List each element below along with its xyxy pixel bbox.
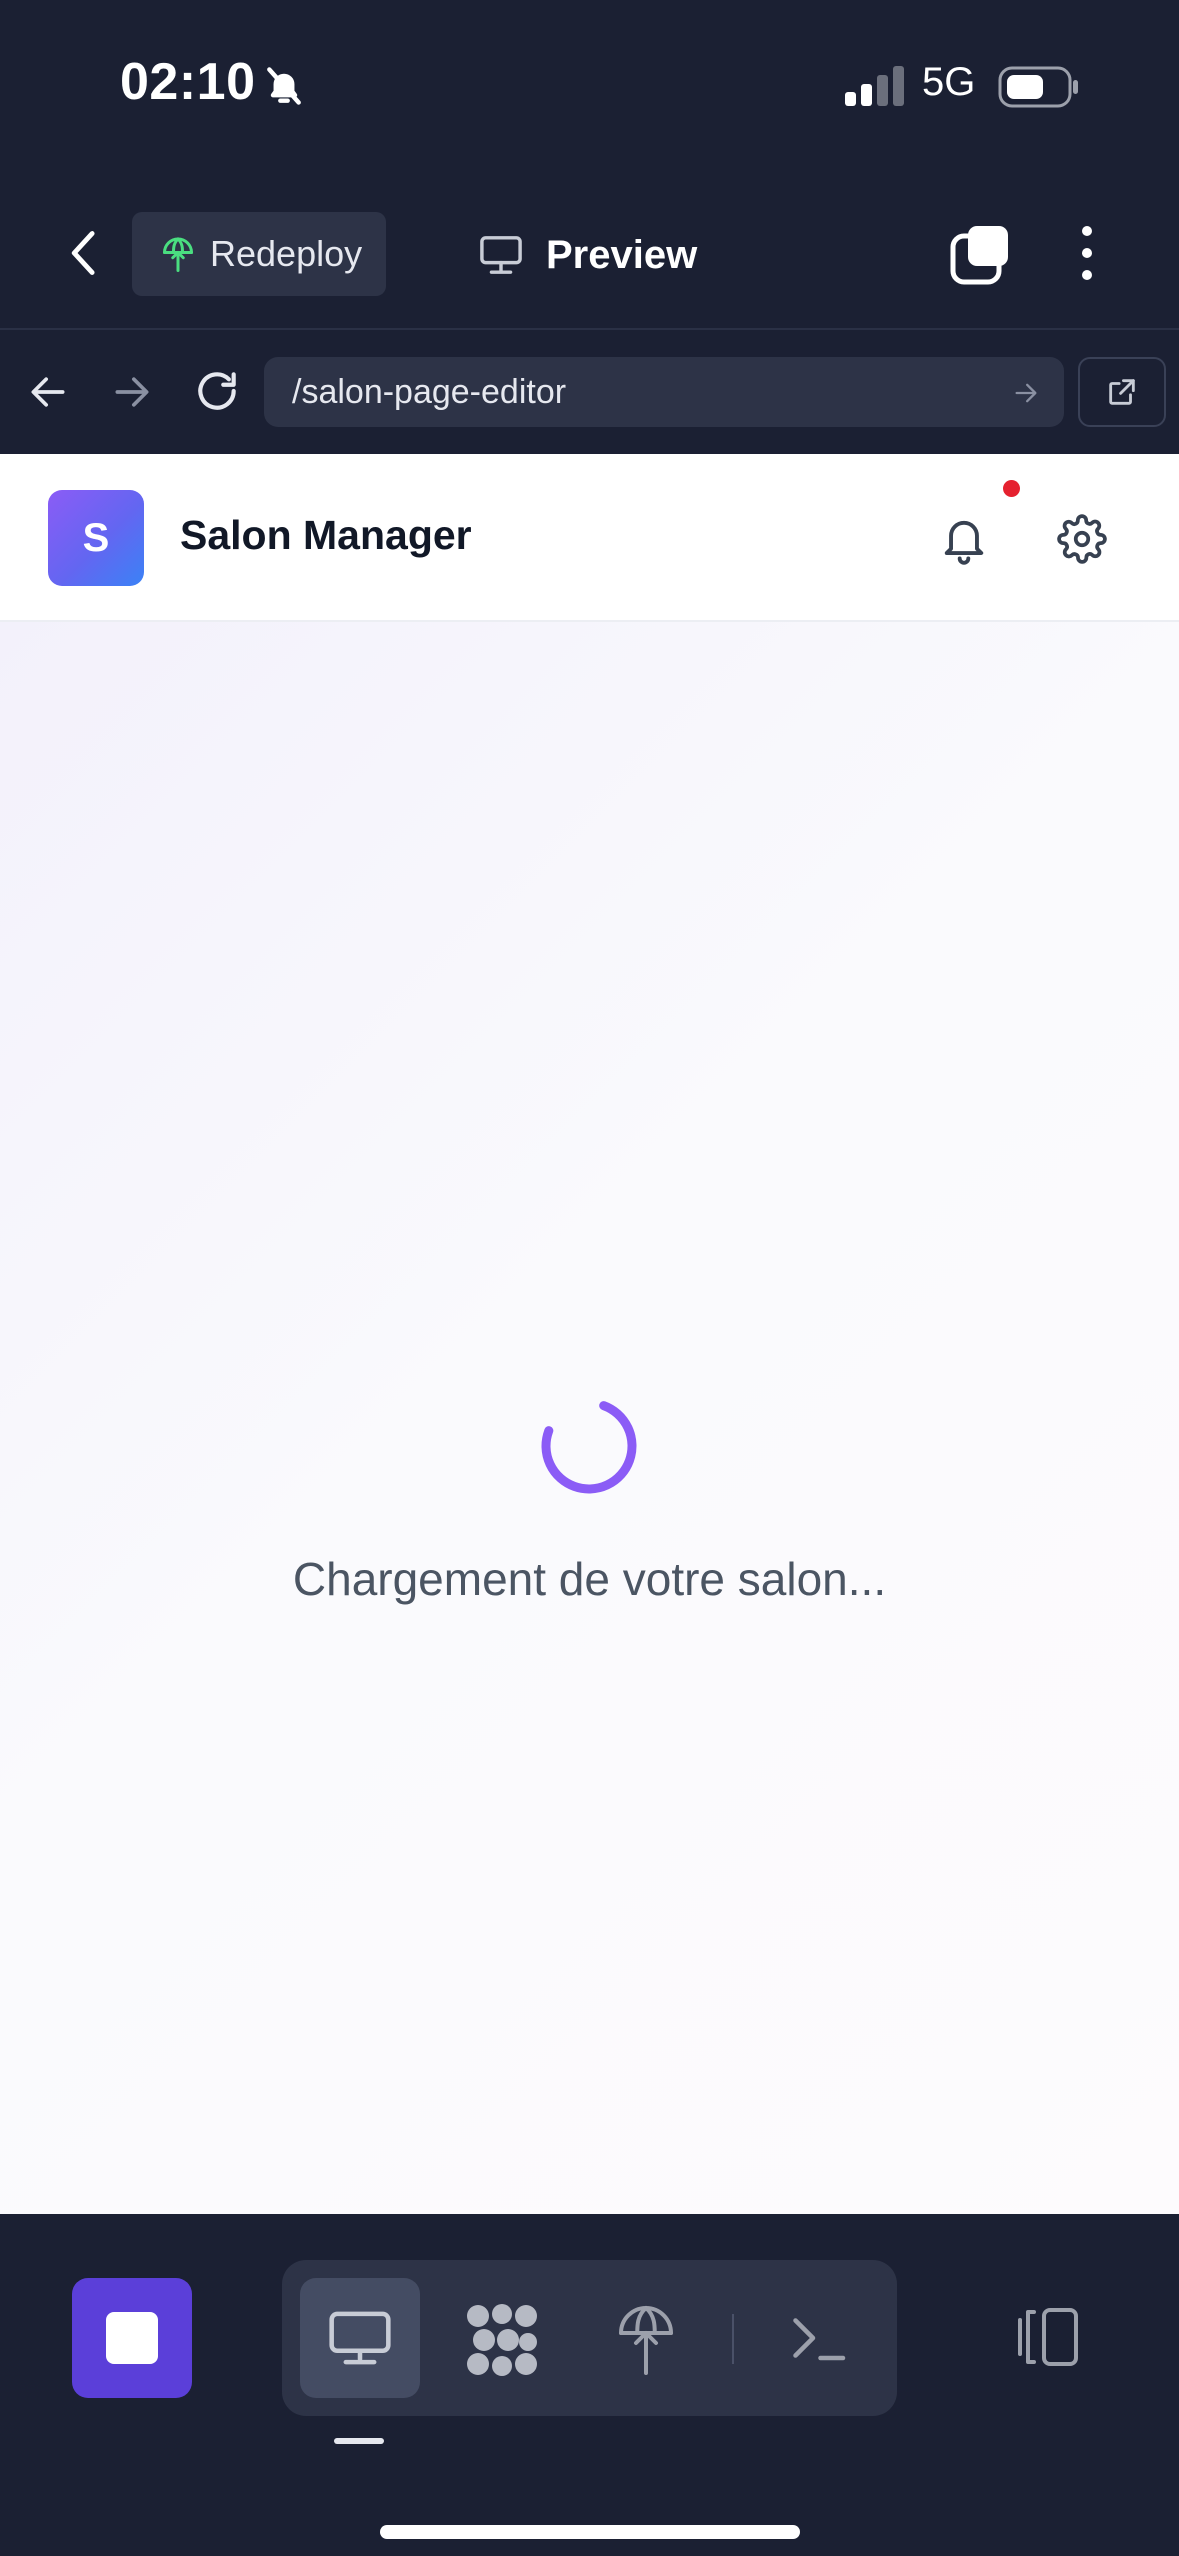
panel-toggle-icon[interactable] xyxy=(1010,2306,1082,2368)
globe-upload-icon xyxy=(160,234,196,274)
deploy-icon[interactable] xyxy=(616,2300,676,2376)
notification-dot xyxy=(1003,480,1020,497)
browser-bar: /salon-page-editor xyxy=(0,330,1179,454)
network-type: 5G xyxy=(922,60,976,104)
app-logo: S xyxy=(48,490,144,586)
terminal-icon[interactable] xyxy=(788,2310,848,2366)
gear-icon[interactable] xyxy=(1057,514,1107,564)
divider xyxy=(732,2314,734,2364)
arrow-right-icon[interactable] xyxy=(110,370,154,414)
apps-grid-icon[interactable] xyxy=(464,2302,540,2378)
monitor-icon[interactable] xyxy=(326,2308,394,2368)
chevron-left-icon[interactable] xyxy=(64,227,104,279)
main-content: Chargement de votre salon... xyxy=(0,622,1179,2214)
bottom-dock xyxy=(0,2214,1179,2556)
app-header: S Salon Manager xyxy=(0,454,1179,622)
signal-icon xyxy=(845,66,905,106)
active-tab-indicator xyxy=(334,2438,384,2444)
tabs-icon[interactable] xyxy=(950,223,1012,285)
home-indicator xyxy=(380,2525,800,2539)
url-input[interactable]: /salon-page-editor xyxy=(264,357,1064,427)
status-time: 02:10 xyxy=(120,53,256,111)
loading-spinner-icon xyxy=(539,1396,639,1496)
more-vertical-icon[interactable] xyxy=(1072,225,1102,281)
redeploy-label: Redeploy xyxy=(210,233,363,274)
loading-text: Chargement de votre salon... xyxy=(292,1553,887,1605)
view-switcher xyxy=(282,2260,897,2416)
preview-tab[interactable]: Preview xyxy=(478,223,697,287)
battery-icon xyxy=(998,66,1080,108)
stop-icon xyxy=(106,2312,158,2364)
arrow-left-icon[interactable] xyxy=(26,370,70,414)
top-toolbar: Redeploy Preview xyxy=(0,175,1179,330)
bell-icon[interactable] xyxy=(938,512,990,566)
monitor-icon xyxy=(478,234,524,276)
go-arrow-icon[interactable] xyxy=(1012,379,1040,407)
external-link-icon xyxy=(1105,375,1139,409)
app-title: Salon Manager xyxy=(180,512,472,558)
bell-slash-icon xyxy=(262,64,306,108)
preview-label: Preview xyxy=(546,232,698,277)
open-external-button[interactable] xyxy=(1078,357,1166,427)
reload-icon[interactable] xyxy=(192,366,242,416)
stop-button[interactable] xyxy=(72,2278,192,2398)
redeploy-button[interactable]: Redeploy xyxy=(132,212,386,296)
url-text: /salon-page-editor xyxy=(292,372,567,411)
status-bar: 02:10 5G xyxy=(0,0,1179,175)
